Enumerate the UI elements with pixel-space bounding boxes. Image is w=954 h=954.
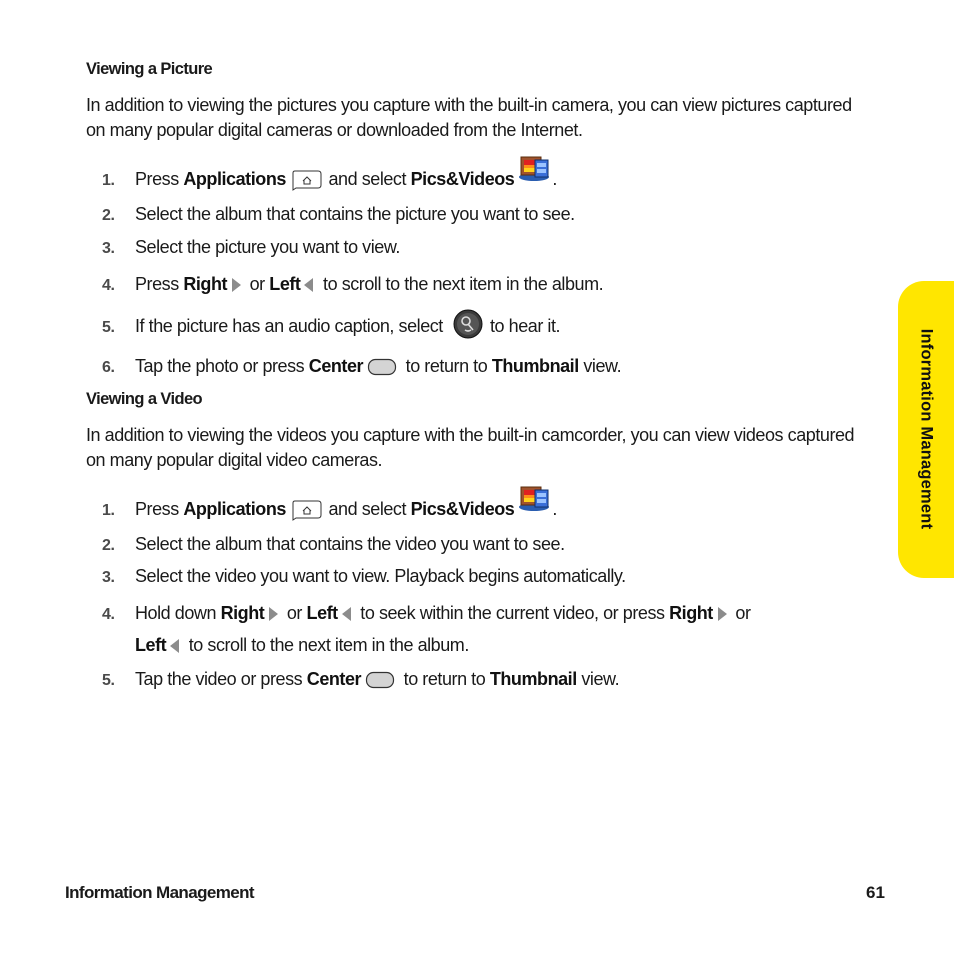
step-number: 4. — [102, 606, 115, 623]
step-text: Select the video you want to view. Playb… — [135, 566, 626, 586]
applications-key-icon — [290, 169, 322, 191]
step-text: Tap the video or press — [135, 669, 307, 689]
step-number: 3. — [102, 569, 115, 586]
step-text: to scroll to the next item in the album. — [184, 635, 470, 655]
audio-caption-icon — [453, 309, 483, 339]
step-text: to return to — [399, 669, 490, 689]
section-title-picture: Viewing a Picture — [86, 60, 213, 78]
right-label: Right — [220, 603, 265, 623]
step-text: to return to — [401, 356, 492, 376]
step-text: Select the album that contains the video… — [135, 534, 565, 554]
right-label: Right — [183, 274, 228, 294]
intro-video: In addition to viewing the videos you ca… — [86, 425, 855, 470]
step-text: and select — [323, 499, 411, 519]
step-text: . — [552, 499, 557, 519]
step-text: Press — [135, 499, 184, 519]
step-number: 6. — [102, 359, 115, 376]
left-label: Left — [135, 635, 167, 655]
center-label: Center — [306, 669, 362, 689]
page-number: 61 — [866, 883, 885, 902]
left-arrow-icon — [303, 277, 315, 293]
step-text: Select the album that contains the pictu… — [135, 204, 575, 224]
intro-picture: In addition to viewing the pictures you … — [86, 95, 852, 140]
step-number: 5. — [102, 672, 115, 689]
step-text: Tap the photo or press — [135, 356, 309, 376]
step-text: to scroll to the next item in the album. — [318, 274, 604, 294]
applications-label: Applications — [183, 499, 286, 519]
video-step-5: 5. Tap the video or press Center to retur… — [102, 664, 862, 696]
step-number: 3. — [102, 240, 115, 257]
step-continuation: Left to scroll to the next item in the a… — [102, 630, 862, 660]
step-number: 4. — [102, 277, 115, 294]
center-key-icon — [367, 358, 397, 376]
step-text: . — [552, 169, 557, 189]
left-label: Left — [269, 274, 301, 294]
picture-step-3: 3. Select the picture you want to view. — [102, 232, 862, 264]
step-text: or — [282, 603, 307, 623]
pics-videos-app-icon — [518, 484, 552, 512]
step-number: 1. — [102, 502, 115, 519]
left-label: Left — [306, 603, 339, 623]
step-number: 2. — [102, 537, 115, 554]
right-label: Right — [669, 603, 713, 623]
picture-step-6: 6. Tap the photo or press Center to retur… — [102, 351, 862, 383]
center-key-icon — [365, 671, 395, 689]
thumbnail-label: Thumbnail — [489, 669, 577, 689]
step-number: 5. — [102, 319, 115, 336]
picture-step-2: 2. Select the album that contains the pic… — [102, 199, 862, 231]
pics-videos-label: Pics&Videos — [410, 499, 515, 519]
step-number: 2. — [102, 207, 115, 224]
chapter-side-tab: Information Management — [898, 281, 954, 578]
pics-videos-label: Pics&Videos — [410, 169, 515, 189]
step-text: to hear it. — [485, 316, 561, 336]
right-arrow-icon — [716, 606, 728, 622]
center-label: Center — [308, 356, 364, 376]
step-text: Press — [135, 169, 184, 189]
chapter-side-tab-label: Information Management — [917, 328, 936, 530]
picture-step-1: 1. Press Applications and select Pics&Vid… — [102, 164, 862, 196]
video-step-1: 1. Press Applications and select Pics&Vid… — [102, 494, 862, 526]
step-text: view. — [576, 669, 620, 689]
step-text: view. — [578, 356, 622, 376]
video-step-3: 3. Select the video you want to view. Pla… — [102, 561, 862, 593]
step-text: Select the picture you want to view. — [135, 237, 400, 257]
left-arrow-icon — [341, 606, 353, 622]
applications-key-icon — [290, 499, 322, 521]
picture-step-5: 5. If the picture has an audio caption, s… — [102, 311, 862, 343]
step-number: 1. — [102, 172, 115, 189]
video-step-4: 4. Hold down Right or Left to seek within… — [102, 598, 862, 660]
pics-videos-app-icon — [518, 154, 552, 182]
thumbnail-label: Thumbnail — [491, 356, 579, 376]
left-arrow-icon — [169, 638, 181, 654]
step-text: to seek within the current video, or pre… — [355, 603, 670, 623]
step-text: and select — [323, 169, 411, 189]
step-text: Hold down — [135, 603, 221, 623]
step-text: Press — [135, 274, 184, 294]
section-title-video: Viewing a Video — [86, 390, 203, 408]
picture-step-4: 4. Press Right or Left to scroll to the n… — [102, 269, 862, 301]
video-step-2: 2. Select the album that contains the vid… — [102, 529, 862, 561]
right-arrow-icon — [267, 606, 279, 622]
step-text: If the picture has an audio caption, sel… — [135, 316, 448, 336]
step-text: or — [730, 603, 751, 623]
applications-label: Applications — [183, 169, 286, 189]
right-arrow-icon — [230, 277, 242, 293]
footer-section-name: Information Management — [65, 883, 255, 902]
step-text: or — [245, 274, 270, 294]
